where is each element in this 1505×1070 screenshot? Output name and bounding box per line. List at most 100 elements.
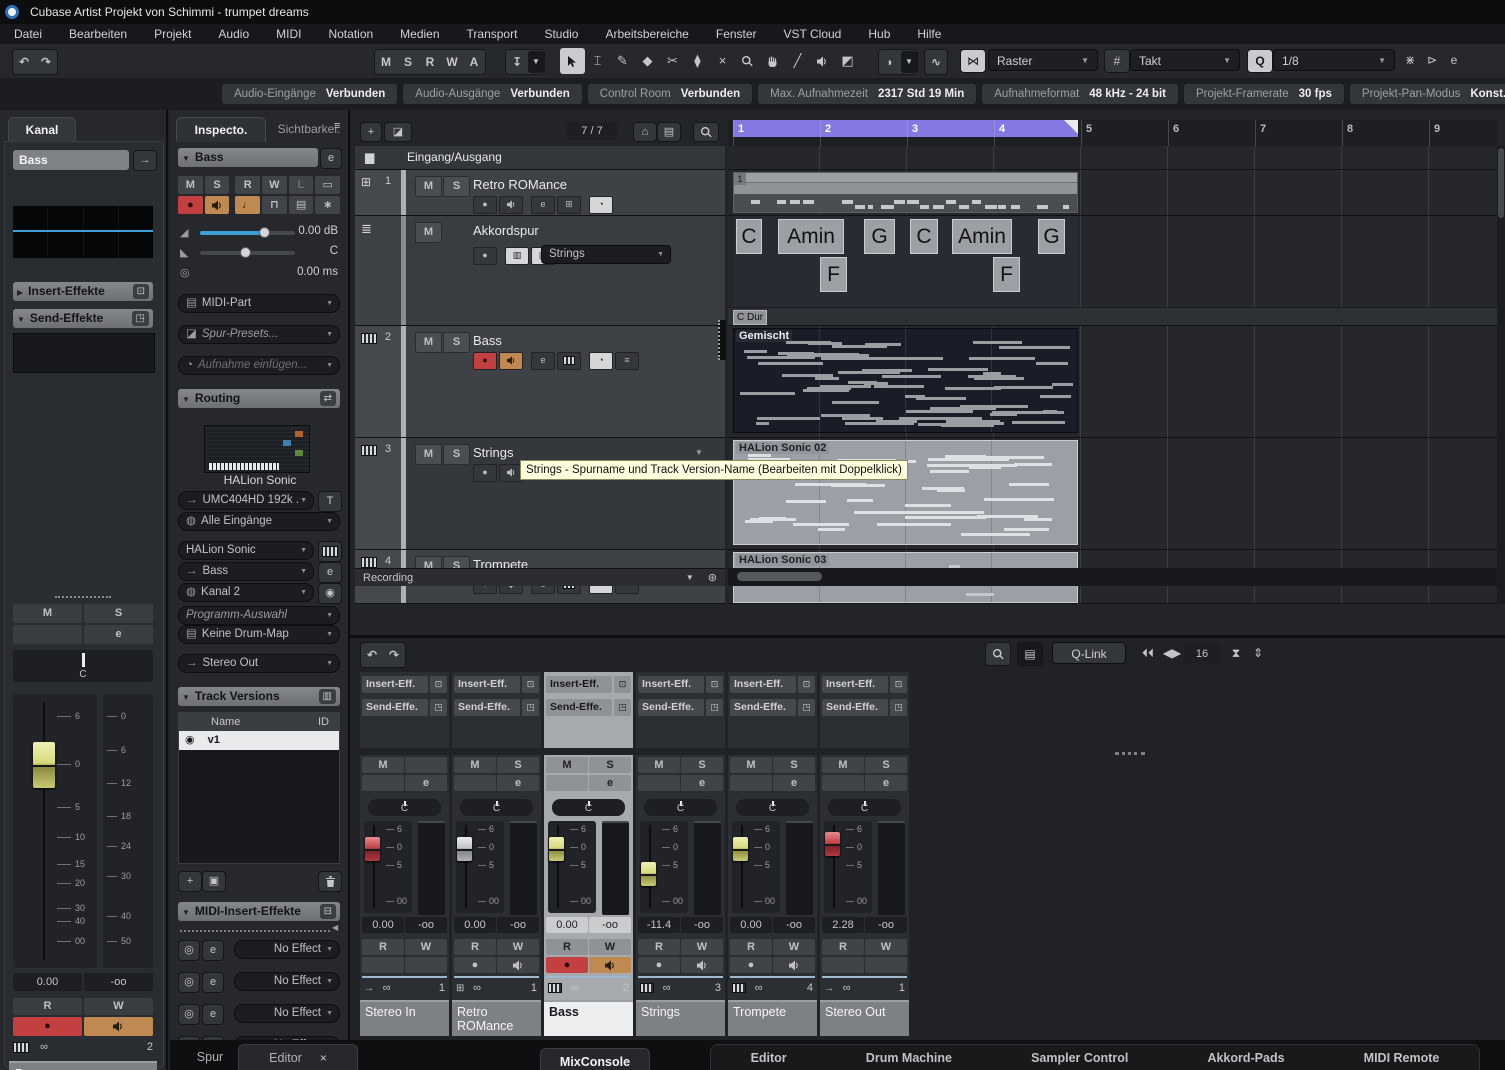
midi-part-select[interactable]: ▤MIDI-Part▼: [178, 294, 340, 313]
pan-control[interactable]: C: [644, 799, 717, 816]
read-automation-button[interactable]: R: [235, 176, 260, 194]
snap-icon[interactable]: ⋈: [960, 49, 986, 73]
solo-button[interactable]: S: [84, 604, 153, 623]
inserts-divider-arrow[interactable]: ◀: [332, 923, 338, 932]
channel-label[interactable]: Bass: [9, 1061, 157, 1070]
pan-control[interactable]: C: [13, 650, 153, 682]
drum-map-select[interactable]: ▤Keine Drum-Map▼: [178, 625, 340, 644]
tab-akkord-pads[interactable]: Akkord-Pads: [1207, 1051, 1284, 1065]
midi-channel-select[interactable]: ◍Kanal 2▼: [178, 583, 314, 602]
mute-button[interactable]: M: [13, 604, 82, 623]
fader-db-value[interactable]: -11.4: [638, 917, 680, 933]
track-name[interactable]: Akkordspur: [473, 223, 539, 238]
scale-event[interactable]: C Dur: [733, 310, 767, 325]
chord-event[interactable]: C: [910, 219, 938, 254]
iterative-quantize-icon[interactable]: ⋇: [1398, 49, 1422, 71]
search-tracks-icon[interactable]: [693, 122, 719, 142]
mute-button[interactable]: M: [454, 757, 496, 773]
menu-item-7[interactable]: Transport: [467, 27, 518, 41]
split-tool[interactable]: ✂: [660, 48, 685, 74]
chord-event[interactable]: G: [1038, 219, 1065, 254]
voicing-select[interactable]: Strings▼: [541, 245, 671, 264]
output-bus-select[interactable]: →Stereo Out▼: [178, 654, 340, 673]
insert-bypass-icon[interactable]: ⊡: [133, 284, 149, 299]
read-automation-button[interactable]: R: [13, 998, 82, 1015]
peak-value[interactable]: -oo: [865, 917, 907, 933]
chord-monitor-icon[interactable]: ▥: [505, 247, 529, 265]
edit-channel-button[interactable]: e: [497, 775, 539, 791]
snap-type-select[interactable]: Raster▼: [988, 49, 1098, 71]
peak-value[interactable]: -oo: [405, 917, 447, 933]
mixer-channel-stereo-in[interactable]: Insert-Eff.⊡ Send-Effe.◳ M e C 60500 0.: [360, 672, 449, 955]
insert-bypass-icon[interactable]: ⊡: [614, 676, 631, 693]
insert-rack-label[interactable]: Insert-Eff.: [822, 676, 888, 693]
input-channel-select[interactable]: ◍Alle Eingänge▼: [178, 512, 340, 531]
mixer-channel-stereo-out[interactable]: Insert-Eff.⊡ Send-Effe.◳ M S e C 60500 2: [820, 672, 909, 955]
output-select[interactable]: →Bass▼: [178, 562, 314, 581]
horizontal-scrollbar[interactable]: [728, 568, 1497, 586]
mixer-search-icon[interactable]: [985, 642, 1011, 666]
mute-button[interactable]: M: [822, 757, 864, 773]
menu-item-1[interactable]: Bearbeiten: [69, 27, 127, 41]
erase-tool[interactable]: ◆: [635, 48, 660, 74]
menu-item-13[interactable]: Hilfe: [917, 27, 941, 41]
mixer-channel-strings[interactable]: Insert-Eff.⊡ Send-Effe.◳ M S e C 60500 -: [636, 672, 725, 955]
edit-channel-button[interactable]: e: [531, 352, 555, 370]
peak-value[interactable]: -oo: [681, 917, 723, 933]
footer-settings-icon[interactable]: ⊛: [708, 569, 717, 587]
fader-db-value[interactable]: 0.00: [730, 917, 772, 933]
volume-fader[interactable]: 60500: [640, 821, 688, 913]
draw-tool[interactable]: ✎: [610, 48, 635, 74]
track-name[interactable]: Retro ROMance: [473, 177, 567, 192]
read-automation-button[interactable]: R: [638, 939, 680, 955]
chord-event[interactable]: F: [820, 257, 847, 292]
color-tool[interactable]: ◩: [835, 48, 860, 74]
tab-mixconsole[interactable]: MixConsole: [540, 1048, 650, 1070]
insert-bypass-icon[interactable]: ⊡: [798, 676, 815, 693]
routing-header[interactable]: ▼Routing⇄: [178, 389, 340, 408]
quantize-panel-icon[interactable]: ⊳: [1420, 49, 1444, 71]
power-icon[interactable]: ◎: [178, 940, 200, 961]
record-enable-button[interactable]: ●: [730, 957, 772, 973]
timeline-ruler[interactable]: 123456789: [728, 120, 1497, 146]
channel-strip-icon[interactable]: ▭: [315, 176, 340, 194]
write-automation-button[interactable]: W: [681, 939, 723, 955]
fader-db-value[interactable]: 0.00: [454, 917, 496, 933]
insert-rack-label[interactable]: Insert-Eff.: [730, 676, 796, 693]
qlink-button[interactable]: Q-Link: [1052, 642, 1126, 664]
solo-button[interactable]: S: [681, 757, 723, 773]
mute-button[interactable]: M: [178, 176, 203, 194]
track-row-retro[interactable]: ⊞1 MS Retro ROMance ● e ⊞ ◔: [355, 170, 725, 216]
drum-map-icon[interactable]: ≡: [615, 352, 639, 370]
freeze-button[interactable]: ∗: [315, 196, 340, 214]
midi-inserts-header[interactable]: ▼MIDI-Insert-Effekte⊟: [178, 902, 340, 921]
close-icon[interactable]: ×: [320, 1051, 327, 1065]
track-name-editing[interactable]: Strings: [473, 445, 513, 460]
menu-item-4[interactable]: MIDI: [276, 27, 301, 41]
delay-value[interactable]: 0.00 ms: [280, 266, 338, 278]
mute-button[interactable]: M: [546, 757, 588, 773]
solo-button[interactable]: S: [773, 757, 815, 773]
menu-item-3[interactable]: Audio: [218, 27, 249, 41]
delete-version-button[interactable]: [318, 871, 342, 892]
track-name-dropdown[interactable]: ▼: [695, 448, 703, 457]
channel-name-field[interactable]: Bass: [13, 150, 129, 170]
tab-sampler-control[interactable]: Sampler Control: [1031, 1051, 1128, 1065]
edit-channel-settings-button[interactable]: e: [320, 148, 342, 169]
clip-retro-romance[interactable]: 1: [733, 172, 1078, 213]
cycle-end-handle[interactable]: [1064, 120, 1078, 134]
send-bypass-icon[interactable]: ◳: [614, 699, 631, 716]
write-automation-button[interactable]: W: [589, 939, 631, 955]
mute-tool[interactable]: ×: [710, 48, 735, 74]
record-enable-button[interactable]: ●: [546, 957, 588, 973]
mute-button[interactable]: M: [415, 332, 442, 353]
mute-all-button[interactable]: M: [375, 51, 397, 73]
monitor-button[interactable]: [205, 196, 230, 214]
bank-start-icon[interactable]: ⏴⏴: [1136, 642, 1160, 664]
menu-item-10[interactable]: Fenster: [716, 27, 757, 41]
monitor-button[interactable]: [865, 957, 907, 973]
quantize-icon[interactable]: Q: [1247, 49, 1273, 73]
plugin-thumbnail[interactable]: [204, 425, 310, 473]
add-track-button[interactable]: +: [360, 122, 382, 142]
pan-control[interactable]: C: [460, 799, 533, 816]
